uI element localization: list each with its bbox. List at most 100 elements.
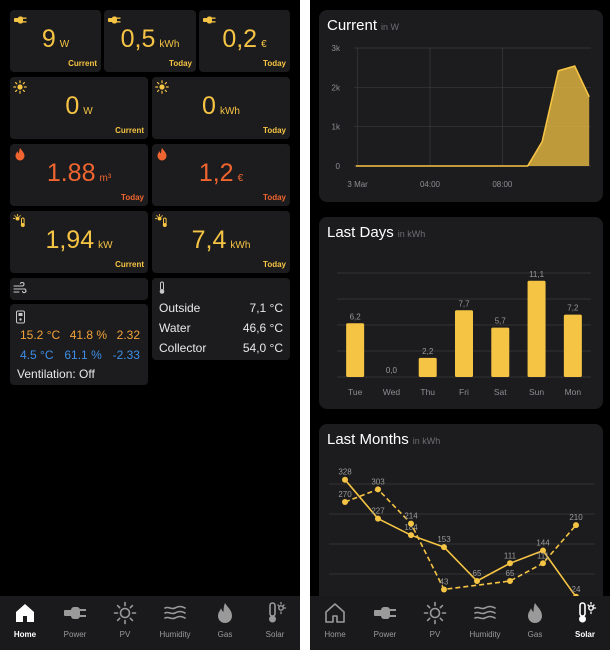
data-point xyxy=(573,522,579,529)
warm-temperature: 15.2 °C xyxy=(20,328,61,342)
data-point xyxy=(375,515,381,522)
solar-row-collector: Collector 54,0 °C xyxy=(159,341,283,355)
warm-delta: 2.32 xyxy=(116,328,140,342)
heat-current-tile[interactable]: 1,94 kW Current xyxy=(10,211,148,273)
bar xyxy=(455,310,473,377)
tab-label: PV xyxy=(429,630,441,639)
power-today-caption: Today xyxy=(169,59,192,68)
tab-humidity[interactable]: Humidity xyxy=(460,596,510,650)
cool-humidity: 61.1 % xyxy=(64,348,102,362)
data-label: 210 xyxy=(569,513,583,522)
x-tick-label: 3 Mar xyxy=(347,180,368,189)
flame-icon xyxy=(218,603,232,623)
data-label: 43 xyxy=(440,577,449,586)
tab-gas[interactable]: Gas xyxy=(510,596,560,650)
tab-gas[interactable]: Gas xyxy=(200,596,250,650)
tab-pv[interactable]: PV xyxy=(410,596,460,650)
solar-row-value: 54,0 °C xyxy=(242,341,283,355)
tab-home[interactable]: Home xyxy=(310,596,360,650)
heat-today-caption: Today xyxy=(263,260,286,269)
data-label: 270 xyxy=(338,490,352,499)
tab-label: Humidity xyxy=(469,630,501,639)
pv-today-tile[interactable]: 0 kWh Today xyxy=(152,77,290,139)
x-tick-label: Fri xyxy=(459,387,469,397)
power-today-tile[interactable]: 0,5 kWh Today xyxy=(104,10,196,72)
data-label: 65 xyxy=(473,569,482,578)
data-label: 111 xyxy=(537,551,550,560)
flame-icon xyxy=(528,603,542,623)
tab-label: Power xyxy=(63,630,87,639)
pv-current-tile[interactable]: 0W Current xyxy=(10,77,148,139)
gas-volume-tile[interactable]: 1.88 m³ Today xyxy=(10,144,148,206)
solar-temperatures-tile[interactable]: Outside 7,1 °C Water 46,6 °C Collector 54,0… xyxy=(152,278,290,360)
x-tick-label: Thu xyxy=(420,387,435,397)
solar-row-outside: Outside 7,1 °C xyxy=(159,301,283,315)
tab-power[interactable]: Power xyxy=(50,596,100,650)
tab-bar: Home Power PV Humidity Gas Solar xyxy=(0,596,300,650)
heat-current-caption: Current xyxy=(115,260,144,269)
x-tick-label: 08:00 xyxy=(492,180,513,189)
bar xyxy=(563,314,582,377)
tab-label: Gas xyxy=(527,630,543,639)
data-label: 303 xyxy=(371,477,385,486)
ventilation-tile[interactable] xyxy=(10,278,148,300)
wind-icon xyxy=(13,282,27,294)
solar-row-label: Water xyxy=(159,321,191,335)
gas-volume-caption: Today xyxy=(121,193,144,202)
area-fill xyxy=(355,66,590,166)
bar xyxy=(418,357,437,377)
x-tick-label: Sun xyxy=(529,387,544,397)
tab-label: Power xyxy=(373,630,397,639)
cost-today-tile[interactable]: 0,2 € Today xyxy=(199,10,290,72)
x-tick-label: Wed xyxy=(383,387,401,397)
climate-cool-row: 4.5 °C 61.1 % -2.33 xyxy=(20,348,140,362)
solar-row-label: Outside xyxy=(159,301,201,315)
gas-cost-tile[interactable]: 1,2 € Today xyxy=(152,144,290,206)
x-tick-label: 04:00 xyxy=(420,180,441,189)
last-days-chart-card[interactable]: Last Days in kWh 6,2 Tue 0,0 Wed 2,2 Thu 7,7 Fri… xyxy=(319,217,603,409)
tab-label: Solar xyxy=(574,630,595,639)
data-label: 2,2 xyxy=(422,347,434,356)
tab-solar[interactable]: Solar xyxy=(560,596,610,650)
cost-today-caption: Today xyxy=(263,59,286,68)
climate-tile[interactable]: 15.2 °C 41.8 % 2.32 4.5 °C 61.1 % -2.33 … xyxy=(10,304,148,385)
pv-today-value: 0 kWh xyxy=(202,91,240,120)
solar-screen: Current in W 0 1k 2k 3k 3 Mar 04:00 08:00 Last … xyxy=(310,0,610,650)
heat-current-value: 1,94 kW xyxy=(45,225,113,254)
x-tick-label: Mon xyxy=(565,387,582,397)
data-label: 7,2 xyxy=(567,304,579,313)
thermometer-icon xyxy=(159,281,165,294)
tab-bar: Home Power PV Humidity Gas Solar xyxy=(310,596,610,650)
gas-volume-value: 1.88 m³ xyxy=(46,158,112,187)
heat-today-tile[interactable]: 7,4 kWh Today xyxy=(152,211,290,273)
warm-humidity: 41.8 % xyxy=(69,328,108,342)
tab-label: Home xyxy=(13,630,37,639)
gas-cost-caption: Today xyxy=(263,193,286,202)
tab-home[interactable]: Home xyxy=(0,596,50,650)
bar xyxy=(527,280,546,377)
current-chart-card[interactable]: Current in W 0 1k 2k 3k 3 Mar 04:00 08:00 xyxy=(319,10,603,202)
tab-pv[interactable]: PV xyxy=(100,596,150,650)
data-label: 214 xyxy=(404,512,418,521)
data-label: 111 xyxy=(504,551,517,560)
data-label: 227 xyxy=(371,507,385,516)
cool-delta: -2.33 xyxy=(112,348,140,362)
y-tick-label: 1k xyxy=(332,123,341,132)
data-label: 328 xyxy=(338,468,352,477)
hygrometer-icon xyxy=(16,310,25,324)
y-tick-label: 2k xyxy=(332,83,341,92)
pv-current-value: 0W xyxy=(65,91,93,120)
tab-label: Humidity xyxy=(159,630,191,639)
gas-cost-value: 1,2 € xyxy=(198,158,244,187)
sun-thermometer-icon xyxy=(269,601,287,623)
tab-humidity[interactable]: Humidity xyxy=(150,596,200,650)
data-label: 153 xyxy=(437,535,451,544)
data-point xyxy=(408,532,414,539)
data-point xyxy=(474,577,480,584)
power-current-tile[interactable]: 9W Current xyxy=(10,10,101,72)
data-point xyxy=(441,544,447,551)
data-point xyxy=(408,520,414,527)
tab-solar[interactable]: Solar xyxy=(250,596,300,650)
tab-power[interactable]: Power xyxy=(360,596,410,650)
data-point xyxy=(375,486,381,493)
